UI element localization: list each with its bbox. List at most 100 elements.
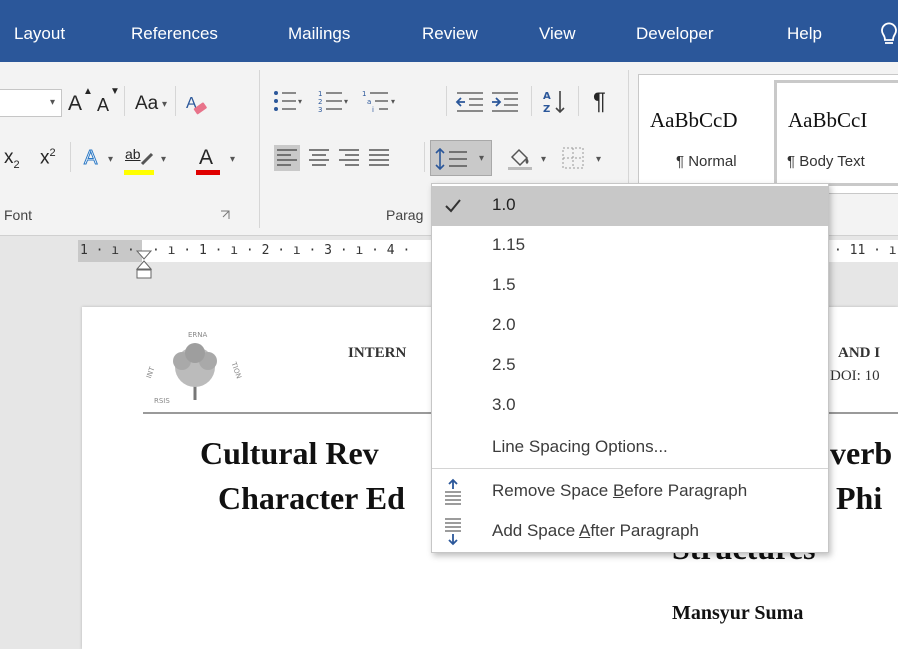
menu-item-line-spacing-2-0[interactable]: 2.0 xyxy=(432,306,828,346)
separator xyxy=(70,142,71,172)
style-normal-label[interactable]: ¶ Normal xyxy=(676,153,737,170)
tab-layout[interactable]: Layout xyxy=(14,24,65,44)
svg-text:A: A xyxy=(543,91,551,102)
svg-text:▾: ▾ xyxy=(298,97,302,106)
menu-item-label: Remove Space Before Paragraph xyxy=(492,481,748,500)
author-name: Mansyur Suma xyxy=(672,602,804,624)
menu-item-label: 1.15 xyxy=(492,235,526,254)
menu-item-label: 3.0 xyxy=(492,395,516,414)
svg-text:Z: Z xyxy=(543,104,550,115)
grow-font-button[interactable]: A xyxy=(68,92,82,116)
chevron-down-icon: ▾ xyxy=(162,99,168,110)
tab-review[interactable]: Review xyxy=(422,24,478,44)
tab-references[interactable]: References xyxy=(131,24,218,44)
menu-item-label: Add Space After Paragraph xyxy=(492,521,699,540)
title-line1-left: Cultural Rev xyxy=(200,435,379,471)
style-body-text-sample[interactable]: AaBbCcI xyxy=(788,108,867,133)
dialog-launcher-icon[interactable] xyxy=(220,210,230,220)
menu-item-line-spacing-1-0[interactable]: 1.0 xyxy=(432,186,828,226)
menu-item-line-spacing-2-5[interactable]: 2.5 xyxy=(432,346,828,386)
line-spacing-button[interactable]: ▾ xyxy=(430,140,492,176)
sort-icon[interactable]: AZ xyxy=(542,88,568,116)
menu-item-remove-space-before[interactable]: Remove Space Before Paragraph xyxy=(432,472,828,512)
chevron-down-icon: ▾ xyxy=(479,153,485,164)
tab-mailings[interactable]: Mailings xyxy=(288,24,350,44)
journal-logo-icon: ERNA INT TION RSIS xyxy=(145,331,243,405)
font-color-button[interactable]: A xyxy=(199,146,213,170)
tab-developer[interactable]: Developer xyxy=(636,24,714,44)
numbering-icon[interactable]: 123 ▾ xyxy=(318,88,350,114)
journal-header-left: INTERN xyxy=(348,345,407,361)
shrink-caret-icon: ▼ xyxy=(110,86,120,97)
align-right-icon[interactable] xyxy=(336,145,362,171)
subscript-button[interactable]: x2 xyxy=(4,147,20,171)
menu-item-label: 1.5 xyxy=(492,275,516,294)
align-left-icon[interactable] xyxy=(274,145,300,171)
ribbon-tab-bar: Layout References Mailings Review View D… xyxy=(0,0,898,62)
chevron-down-icon: ▾ xyxy=(108,154,114,165)
decrease-indent-icon[interactable] xyxy=(455,90,485,114)
menu-item-line-spacing-1-15[interactable]: 1.15 xyxy=(432,226,828,266)
add-space-after-icon xyxy=(445,518,461,546)
highlight-button[interactable]: ab xyxy=(125,146,141,162)
menu-item-add-space-after[interactable]: Add Space After Paragraph xyxy=(432,512,828,552)
svg-text:▾: ▾ xyxy=(344,97,348,106)
borders-icon[interactable] xyxy=(560,145,586,171)
align-center-icon[interactable] xyxy=(306,145,332,171)
menu-item-line-spacing-options[interactable]: Line Spacing Options... xyxy=(432,428,828,468)
change-case-button[interactable]: Aa xyxy=(135,93,158,115)
svg-text:2: 2 xyxy=(318,98,322,106)
tell-me-lightbulb-icon[interactable] xyxy=(874,20,898,50)
separator xyxy=(175,86,176,116)
menu-item-label: 1.0 xyxy=(492,195,516,214)
tab-help[interactable]: Help xyxy=(787,24,822,44)
paragraph-group-label: Parag xyxy=(386,207,424,223)
svg-text:INT: INT xyxy=(145,365,157,379)
svg-text:▾: ▾ xyxy=(391,97,395,106)
justify-icon[interactable] xyxy=(366,145,392,171)
svg-text:1: 1 xyxy=(318,90,322,98)
shading-bucket-icon[interactable] xyxy=(506,145,534,171)
title-line2-left: Character Ed xyxy=(218,480,405,516)
menu-item-line-spacing-3-0[interactable]: 3.0 xyxy=(432,386,828,426)
shrink-font-button[interactable]: A xyxy=(97,95,109,116)
indent-marker-icon[interactable] xyxy=(136,250,152,280)
highlight-color-swatch xyxy=(124,170,154,175)
svg-text:TION: TION xyxy=(229,360,243,380)
chevron-down-icon: ▾ xyxy=(596,154,602,165)
separator xyxy=(446,86,447,116)
remove-space-before-icon xyxy=(445,478,461,505)
menu-item-line-spacing-1-5[interactable]: 1.5 xyxy=(432,266,828,306)
styles-gallery-selected-frame xyxy=(774,80,898,186)
title-line1-right: verb xyxy=(830,435,893,471)
increase-indent-icon[interactable] xyxy=(490,90,520,114)
title-line2-right: Phi xyxy=(836,480,883,516)
style-normal-sample[interactable]: AaBbCcD xyxy=(650,108,738,133)
tab-view[interactable]: View xyxy=(539,24,576,44)
font-color-swatch xyxy=(196,170,220,175)
chevron-down-icon: ▾ xyxy=(161,154,167,165)
journal-header-right-line1: AND I xyxy=(838,345,881,361)
chevron-down-icon: ▾ xyxy=(50,97,56,108)
svg-text:ERNA: ERNA xyxy=(188,331,208,339)
font-group-label: Font xyxy=(4,207,33,223)
bullets-icon[interactable]: ▾ xyxy=(272,88,304,114)
group-separator xyxy=(259,70,260,228)
style-body-text-label[interactable]: ¶ Body Text xyxy=(787,153,865,170)
multilevel-list-icon[interactable]: 1ai ▾ xyxy=(362,88,402,114)
separator xyxy=(424,142,425,172)
svg-text:RSIS: RSIS xyxy=(154,397,170,405)
svg-text:i: i xyxy=(372,106,374,114)
show-formatting-marks-button[interactable]: ¶ xyxy=(593,88,606,116)
font-size-selector[interactable]: ▾ xyxy=(0,89,62,117)
svg-text:3: 3 xyxy=(318,106,322,114)
clear-formatting-icon[interactable]: A xyxy=(184,92,208,116)
menu-item-label: Line Spacing Options... xyxy=(492,437,668,456)
menu-item-label: 2.5 xyxy=(492,355,516,374)
svg-text:a: a xyxy=(367,98,371,106)
line-spacing-menu: 1.0 1.15 1.5 2.0 2.5 3.0 Line Spacing Op… xyxy=(431,183,829,553)
ruler-right-ticks: · 11 · ı xyxy=(834,243,897,258)
highlighter-pen-icon xyxy=(140,152,154,166)
superscript-button[interactable]: x2 xyxy=(40,147,56,169)
text-effects-button[interactable]: A xyxy=(83,147,97,170)
